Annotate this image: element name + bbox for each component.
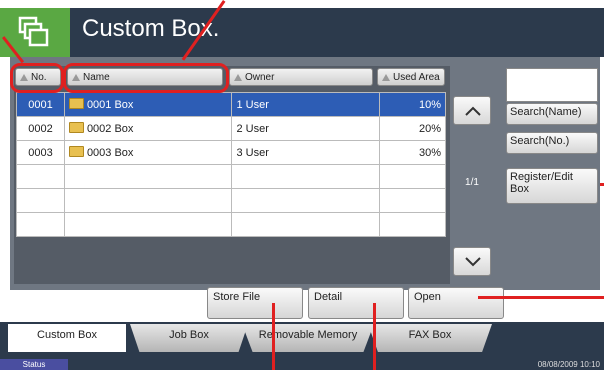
- cell-name: 0003 Box: [63, 140, 233, 165]
- table-row-empty: [16, 164, 446, 189]
- tab-removable-memory[interactable]: Removable Memory: [242, 324, 374, 352]
- cell-owner: 2 User: [231, 116, 381, 141]
- search-input[interactable]: [506, 68, 598, 102]
- column-header-used-area[interactable]: Used Area: [377, 68, 445, 86]
- header-bar: Custom Box.: [0, 0, 604, 57]
- cell-no: 0003: [16, 140, 65, 165]
- cell-name: 0001 Box: [63, 92, 233, 117]
- sort-triangle-icon: [234, 74, 242, 81]
- annotation-circle-no: [10, 63, 64, 93]
- detail-button[interactable]: Detail: [308, 287, 404, 319]
- multi-window-icon: [18, 16, 49, 47]
- cell-used-area: 20%: [379, 116, 446, 141]
- folder-icon: [68, 146, 84, 157]
- annotation-line: [373, 303, 376, 370]
- scroll-up-button[interactable]: [453, 96, 491, 125]
- store-file-button[interactable]: Store File: [207, 287, 303, 319]
- search-name-button[interactable]: Search(Name): [506, 103, 598, 125]
- register-edit-box-button[interactable]: Register/Edit Box: [506, 168, 598, 204]
- cell-used-area: 10%: [379, 92, 446, 117]
- table-row[interactable]: 0001 0001 Box 1 User 10%: [16, 92, 446, 117]
- search-number-button[interactable]: Search(No.): [506, 132, 598, 154]
- table-row[interactable]: 0003 0003 Box 3 User 30%: [16, 140, 446, 165]
- cell-no: 0002: [16, 116, 65, 141]
- annotation-line: [478, 296, 604, 299]
- box-table: 0001 0001 Box 1 User 10% 0002 0002 Box 2…: [16, 92, 446, 237]
- open-button[interactable]: Open: [408, 287, 504, 319]
- folder-icon: [68, 98, 84, 109]
- tab-custom-box[interactable]: Custom Box: [8, 324, 126, 352]
- sort-triangle-icon: [382, 74, 390, 81]
- cell-used-area: 30%: [379, 140, 446, 165]
- table-row-empty: [16, 212, 446, 237]
- table-row[interactable]: 0002 0002 Box 2 User 20%: [16, 116, 446, 141]
- column-header-owner[interactable]: Owner: [229, 68, 373, 86]
- table-row-empty: [16, 188, 446, 213]
- annotation-line: [600, 183, 604, 186]
- folder-icon: [68, 122, 84, 133]
- cell-no: 0001: [16, 92, 65, 117]
- tab-fax-box[interactable]: FAX Box: [368, 324, 492, 352]
- status-bar: [0, 358, 604, 370]
- page-indicator: 1/1: [465, 177, 479, 188]
- chevron-up-icon: [465, 106, 481, 116]
- scroll-down-button[interactable]: [453, 247, 491, 276]
- status-button[interactable]: Status: [0, 359, 68, 370]
- header-top-strip: [0, 0, 604, 8]
- cell-owner: 1 User: [231, 92, 381, 117]
- date-time: 08/08/2009 10:10: [537, 360, 600, 369]
- cell-owner: 3 User: [231, 140, 381, 165]
- annotation-line: [272, 303, 275, 370]
- annotation-circle-name: [63, 63, 229, 93]
- tab-job-box[interactable]: Job Box: [130, 324, 248, 352]
- chevron-down-icon: [465, 257, 481, 267]
- cell-name: 0002 Box: [63, 116, 233, 141]
